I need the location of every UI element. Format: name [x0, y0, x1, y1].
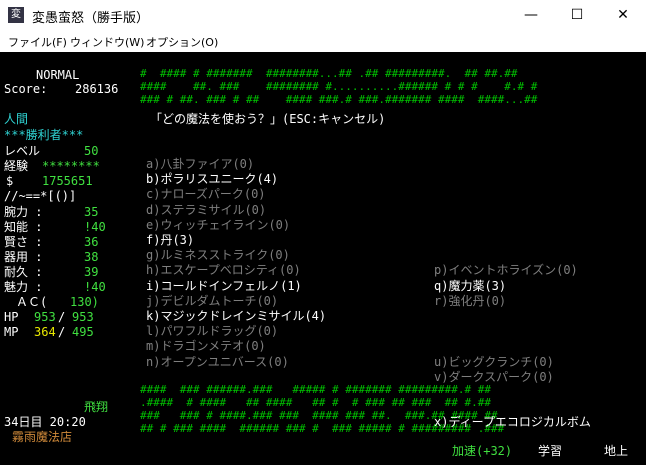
stat-label: 耐久 : [4, 265, 43, 279]
spell-item[interactable]: j)デビルダムトーチ(0) [146, 294, 278, 309]
spell-item[interactable]: g)ルミネスストライク(0) [146, 248, 290, 263]
spell-item[interactable]: v)ダークスパーク(0) [434, 370, 554, 385]
day-time: 34日目 20:20 [4, 415, 86, 429]
score-value: 286136 [75, 82, 119, 96]
stat-value: !40 [84, 280, 106, 294]
hp-current: 953 [34, 310, 56, 324]
flying-status: 飛翔 [84, 400, 109, 414]
mp-current: 364 [34, 325, 56, 339]
location: 霧雨魔法店 [12, 430, 73, 444]
map-row: ### # ##. ### # ## #### ###.# ###.######… [140, 93, 538, 106]
hp-label: HP [4, 310, 19, 324]
stat-value: 39 [84, 265, 99, 279]
menu-window[interactable]: ウィンドウ(W) [70, 34, 144, 50]
map-row: #### ### ######.### ##### # ####### ####… [140, 383, 491, 396]
spell-item[interactable]: i)コールドインフェルノ(1) [146, 279, 302, 294]
map-row: .#### # #### ## #### ## # # ### ## ### #… [140, 396, 491, 409]
spell-item[interactable]: q)魔力薬(3) [434, 279, 506, 294]
mp-max: 495 [72, 325, 94, 339]
map-row: # #### # ####### ########...## .## #####… [140, 67, 518, 80]
stat-label: 賢さ : [4, 235, 43, 249]
title-bar: 変 変愚蛮怒（勝手版） — ☐ ✕ [0, 0, 646, 30]
ac-label: ＡＣ( [16, 295, 48, 309]
spell-item[interactable]: u)ビッグクランチ(0) [434, 355, 554, 370]
spell-item[interactable]: b)ポラリスユニーク(4) [146, 172, 278, 187]
level-label: レベル [4, 144, 41, 158]
app-icon: 変 [8, 7, 24, 23]
stat-value: 36 [84, 235, 99, 249]
spell-item[interactable]: c)ナローズパーク(0) [146, 187, 266, 202]
gold-label: $ [6, 174, 14, 188]
menu-bar: ファイル(F) ウィンドウ(W) オプション(O) [0, 30, 646, 52]
spell-item[interactable]: f)丹(3) [146, 233, 194, 248]
equipment-summary: //~==*[()] [4, 189, 77, 203]
stat-value: !40 [84, 220, 106, 234]
depth-status: 地上 [604, 444, 629, 458]
study-status: 学習 [538, 444, 563, 458]
maximize-button[interactable]: ☐ [554, 0, 600, 30]
speed-status: 加速(+32) [452, 444, 513, 458]
stat-value: 35 [84, 205, 99, 219]
spell-item[interactable]: r)強化丹(0) [434, 294, 506, 309]
spell-item[interactable]: p)イベントホライズン(0) [434, 263, 578, 278]
map-row: #### ##. ### ######## #..........###### … [140, 80, 538, 93]
menu-options[interactable]: オプション(O) [146, 34, 218, 50]
spell-prompt: 「どの魔法を使おう？」(ESC:キャンセル) [150, 112, 386, 126]
gold-value: 1755651 [42, 174, 93, 188]
spell-item[interactable]: l)パワフルドラッグ(0) [146, 324, 278, 339]
spell-item[interactable]: x)ディープエコロジカルボム [434, 415, 591, 430]
game-terminal[interactable]: NORMAL Score: 286136 人間 ***勝利者*** レベル 50… [0, 52, 646, 465]
stat-label: 腕力 : [4, 205, 43, 219]
score-label: Score: [4, 82, 48, 96]
ac-value: 130) [70, 295, 99, 309]
spell-item[interactable]: m)ドラゴンメテオ(0) [146, 339, 266, 354]
hp-max: 953 [72, 310, 94, 324]
stat-label: 魅力 : [4, 280, 43, 294]
window-title: 変愚蛮怒（勝手版） [32, 11, 150, 26]
exp-value: ******** [42, 159, 100, 173]
level-value: 50 [84, 144, 99, 158]
mp-label: MP [4, 325, 19, 339]
stat-label: 知能 : [4, 220, 43, 234]
exp-label: 経験 [4, 159, 29, 173]
spell-item[interactable]: k)マジックドレインミサイル(4) [146, 309, 326, 324]
close-button[interactable]: ✕ [600, 0, 646, 30]
menu-file[interactable]: ファイル(F) [8, 34, 67, 50]
spell-item[interactable]: d)ステラミサイル(0) [146, 203, 266, 218]
stat-value: 38 [84, 250, 99, 264]
game-mode: NORMAL [36, 68, 80, 82]
spell-item[interactable]: h)エスケープベロシティ(0) [146, 263, 301, 278]
minimize-button[interactable]: — [508, 0, 554, 30]
race: 人間 [4, 112, 29, 126]
player-title: ***勝利者*** [4, 128, 84, 142]
spell-item[interactable]: a)八卦ファイア(0) [146, 157, 254, 172]
spell-item[interactable]: e)ウィッチェイライン(0) [146, 218, 290, 233]
stat-label: 器用 : [4, 250, 43, 264]
spell-item[interactable]: n)オープンユニバース(0) [146, 355, 289, 370]
